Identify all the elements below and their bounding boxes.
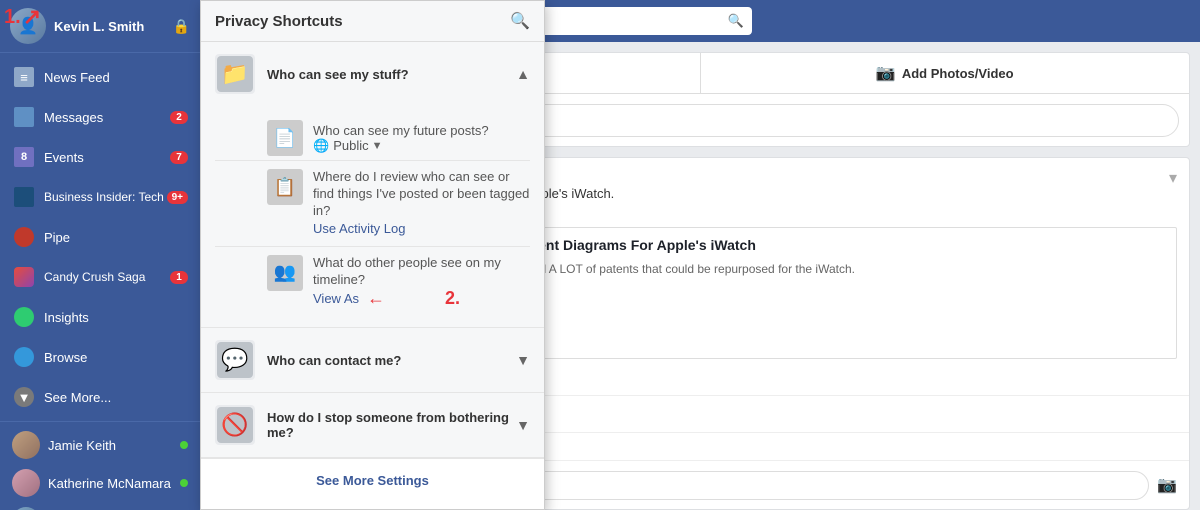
annotation-2-arrow: ← — [367, 288, 385, 309]
block-icon: 🚫 — [215, 405, 255, 445]
future-posts-icon: 📄 — [274, 128, 296, 149]
popup-title: Privacy Shortcuts — [215, 13, 343, 30]
view-as-question: What do other people see on my timeline? — [313, 255, 530, 289]
sidebar-label-news-feed: News Feed — [44, 70, 110, 85]
privacy-section-who-see: 📁 Who can see my stuff? ▲ 📄 Who can see … — [201, 42, 544, 328]
add-photos-icon: 📷 — [876, 63, 896, 83]
sidebar-label-see-more: See More... — [44, 390, 111, 405]
browse-icon — [12, 345, 36, 369]
search-icon: 🔍 — [728, 13, 744, 29]
candy-crush-icon — [12, 265, 36, 289]
friend-item-katherine[interactable]: Katherine McNamara — [0, 464, 200, 502]
block-chevron: ▼ — [516, 417, 530, 433]
feed-options-chevron[interactable]: ▾ — [1169, 168, 1177, 188]
sidebar-item-messages[interactable]: Messages 2 — [0, 97, 200, 137]
activity-log-link[interactable]: Use Activity Log — [313, 221, 406, 236]
annotation-2-number: 2. — [445, 288, 460, 309]
add-photos-label: Add Photos/Video — [902, 66, 1014, 81]
sidebar-label-events: Events — [44, 150, 84, 165]
who-see-title: Who can see my stuff? — [267, 67, 516, 82]
friend-avatar-jamie — [12, 431, 40, 459]
sidebar-label-browse: Browse — [44, 350, 87, 365]
news-feed-icon: ≡ — [12, 65, 36, 89]
sidebar-item-news-feed[interactable]: ≡ News Feed — [0, 57, 200, 97]
contact-title: Who can contact me? — [267, 353, 516, 368]
candy-badge: 1 — [170, 271, 188, 284]
sidebar: 1. ↗ 👤 Kevin L. Smith 🔒 ≡ News Feed Mess… — [0, 0, 200, 510]
see-more-icon: ▼ — [12, 385, 36, 409]
popup-search-icon[interactable]: 🔍 — [510, 11, 530, 31]
insights-icon — [12, 305, 36, 329]
add-photos-button[interactable]: 📷 Add Photos/Video — [701, 53, 1190, 93]
pipe-icon — [12, 225, 36, 249]
privacy-shortcuts-popup: Privacy Shortcuts 🔍 📁 Who can see my stu… — [200, 0, 545, 510]
sidebar-item-insights[interactable]: Insights — [0, 297, 200, 337]
sidebar-label-pipe: Pipe — [44, 230, 70, 245]
see-more-settings-button[interactable]: See More Settings — [201, 458, 544, 502]
privacy-section-header-contact[interactable]: 💬 Who can contact me? ▼ — [201, 328, 544, 392]
sidebar-item-browse[interactable]: Browse — [0, 337, 200, 377]
friend-item-jamie[interactable]: Jamie Keith — [0, 426, 200, 464]
privacy-section-block: 🚫 How do I stop someone from bothering m… — [201, 393, 544, 458]
sidebar-item-events[interactable]: 8 Events 7 — [0, 137, 200, 177]
online-indicator — [180, 479, 188, 487]
camera-icon[interactable]: 📷 — [1157, 475, 1177, 495]
view-as-link[interactable]: View As — [313, 291, 359, 306]
sidebar-username: Kevin L. Smith — [54, 19, 169, 34]
bi-icon — [12, 185, 36, 209]
view-as-item: 👥 What do other people see on my timelin… — [215, 247, 530, 318]
bi-badge: 9+ — [167, 191, 188, 204]
activity-log-icon: 📋 — [274, 177, 296, 198]
sidebar-item-see-more[interactable]: ▼ See More... — [0, 377, 200, 417]
privacy-section-header-who-see[interactable]: 📁 Who can see my stuff? ▲ — [201, 42, 544, 106]
privacy-section-contact: 💬 Who can contact me? ▼ — [201, 328, 544, 393]
friend-name-katherine: Katherine McNamara — [48, 476, 171, 491]
annotation-1-number: 1. — [4, 7, 21, 27]
friend-name-jamie: Jamie Keith — [48, 438, 116, 453]
future-posts-label: Who can see my future posts? — [313, 123, 489, 138]
who-see-expanded: 📄 Who can see my future posts? 🌐 Public … — [201, 106, 544, 327]
sidebar-item-pipe[interactable]: Pipe — [0, 217, 200, 257]
friend-item-joel[interactable]: Joel Benjamin Feinberg — [0, 502, 200, 510]
sidebar-item-business-insider[interactable]: Business Insider: Tech 9+ — [0, 177, 200, 217]
block-title: How do I stop someone from bothering me? — [267, 410, 516, 440]
annotation-1-arrow: ↗ — [23, 6, 41, 28]
online-indicator — [180, 441, 188, 449]
view-as-icon: 👥 — [274, 262, 296, 283]
sidebar-label-insights: Insights — [44, 310, 89, 325]
activity-log-label: Where do I review who can see or find th… — [313, 169, 530, 220]
contact-icon: 💬 — [215, 340, 255, 380]
who-see-icon: 📁 — [215, 54, 255, 94]
messages-icon — [12, 105, 36, 129]
public-label: Public — [333, 138, 368, 153]
public-setting[interactable]: 🌐 Public ▼ — [313, 138, 489, 154]
activity-log-item: 📋 Where do I review who can see or find … — [215, 161, 530, 247]
who-see-chevron: ▲ — [516, 66, 530, 82]
caret-down-icon: ▼ — [372, 140, 383, 152]
contact-chevron: ▼ — [516, 352, 530, 368]
sidebar-label-bi: Business Insider: Tech — [44, 190, 164, 204]
sidebar-item-candy-crush[interactable]: Candy Crush Saga 1 — [0, 257, 200, 297]
future-posts-item: 📄 Who can see my future posts? 🌐 Public … — [215, 112, 530, 161]
friend-avatar-katherine — [12, 469, 40, 497]
globe-icon: 🌐 — [313, 138, 329, 154]
sidebar-label-messages: Messages — [44, 110, 103, 125]
events-icon: 8 — [12, 145, 36, 169]
lock-icon: 🔒 — [173, 18, 190, 35]
messages-badge: 2 — [170, 111, 188, 124]
sidebar-nav: ≡ News Feed Messages 2 8 Events 7 Busine… — [0, 53, 200, 417]
privacy-section-header-block[interactable]: 🚫 How do I stop someone from bothering m… — [201, 393, 544, 457]
events-badge: 7 — [170, 151, 188, 164]
popup-header: Privacy Shortcuts 🔍 — [201, 1, 544, 42]
sidebar-label-candy: Candy Crush Saga — [44, 270, 145, 284]
